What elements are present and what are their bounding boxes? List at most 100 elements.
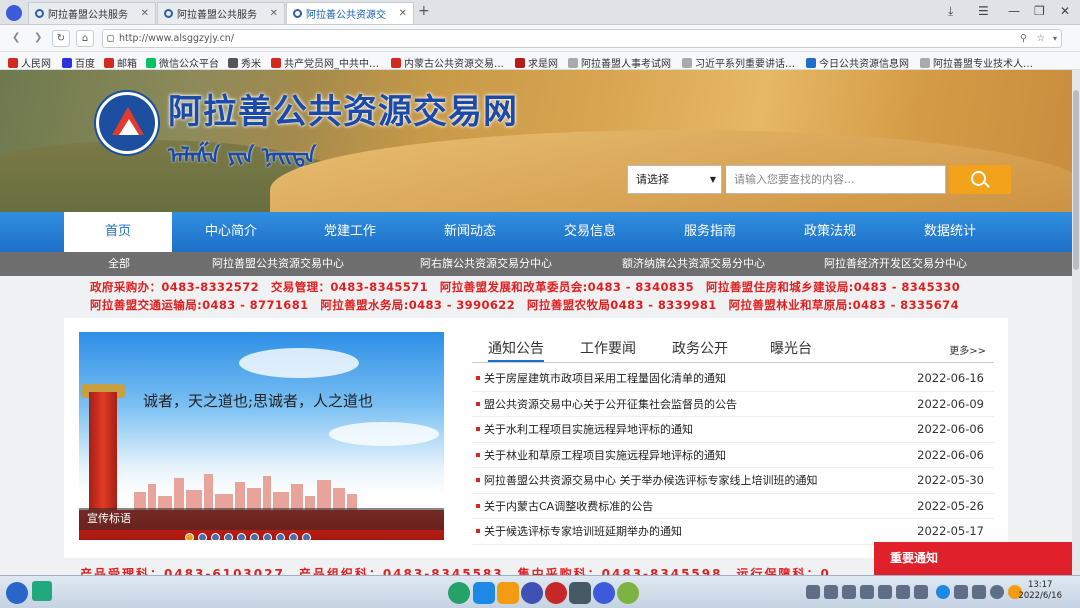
volume-icon[interactable]	[990, 585, 1004, 599]
terminal-icon[interactable]	[32, 581, 52, 601]
news-item[interactable]: 阿拉善盟公共资源交易中心 关于举办候选评标专家线上培训班的通知 2022-05-3…	[472, 468, 994, 494]
browser-logo-icon[interactable]	[6, 5, 22, 21]
home-icon[interactable]: ⌂	[76, 30, 94, 47]
url-input[interactable]: http://www.alsggzyjy.cn/ ⚲ ☆ ▾	[102, 29, 1062, 48]
carousel-dot[interactable]	[211, 533, 220, 540]
close-window-icon[interactable]: ✕	[1060, 4, 1070, 18]
tab-exposure[interactable]: 曝光台	[770, 338, 812, 362]
bookmark-item[interactable]: 人民网	[8, 55, 51, 70]
chevron-down-icon[interactable]: ▾	[1053, 30, 1057, 47]
search-button[interactable]	[949, 165, 1011, 194]
bookmark-item[interactable]: 秀米	[228, 55, 261, 70]
page-info-icon[interactable]	[107, 35, 114, 42]
news-item[interactable]: 盟公共资源交易中心关于公开征集社会监督员的公告 2022-06-09	[472, 392, 994, 417]
back-icon[interactable]: ❮	[12, 32, 20, 43]
minimize-icon[interactable]: —	[1008, 4, 1020, 18]
tab-notices[interactable]: 通知公告	[488, 338, 544, 362]
tray-icon[interactable]	[806, 585, 820, 599]
site-logo[interactable]	[96, 92, 158, 154]
browser-tab-1[interactable]: 阿拉善盟公共服务 ✕	[28, 2, 156, 24]
star-icon[interactable]: ☆	[1036, 30, 1045, 47]
news-item[interactable]: 关于水利工程项目实施远程异地评标的通知 2022-06-06	[472, 417, 994, 443]
news-item[interactable]: 关于林业和草原工程项目实施远程异地评标的通知 2022-06-06	[472, 443, 994, 468]
nav-home[interactable]: 首页	[64, 212, 172, 252]
bookmark-item[interactable]: 微信公众平台	[146, 55, 219, 70]
carousel-dot[interactable]	[276, 533, 285, 540]
tray-icon[interactable]	[954, 585, 968, 599]
tray-icon[interactable]	[860, 585, 874, 599]
download-icon[interactable]: ⤓	[948, 4, 953, 19]
nav-policy[interactable]: 政策法规	[776, 212, 884, 252]
carousel-dot[interactable]	[185, 533, 194, 540]
nav-statistics[interactable]: 数据统计	[896, 212, 1004, 252]
zoom-icon[interactable]: ⚲	[1020, 30, 1027, 47]
nav-center-intro[interactable]: 中心简介	[177, 212, 285, 252]
carousel-dot[interactable]	[263, 533, 272, 540]
browser-taskbar-icon[interactable]	[593, 582, 615, 604]
subnav-ejina[interactable]: 额济纳旗公共资源交易分中心	[622, 252, 765, 276]
wechat-icon[interactable]	[617, 582, 639, 604]
carousel-dot[interactable]	[237, 533, 246, 540]
subnav-all[interactable]: 全部	[108, 252, 130, 276]
bookmark-item[interactable]: 邮箱	[104, 55, 137, 70]
news-item[interactable]: 关于内蒙古CA调整收费标准的公告 2022-05-26	[472, 494, 994, 519]
nav-news[interactable]: 新闻动态	[416, 212, 524, 252]
page-scrollbar[interactable]	[1072, 70, 1080, 575]
tray-icon[interactable]	[914, 585, 928, 599]
tab-work-news[interactable]: 工作要闻	[580, 338, 636, 362]
tray-icon[interactable]	[972, 585, 986, 599]
subnav-alxa-center[interactable]: 阿拉善盟公共资源交易中心	[212, 252, 344, 276]
app-icon-3[interactable]	[497, 582, 519, 604]
bookmark-item[interactable]: 求是网	[515, 55, 558, 70]
forward-icon[interactable]: ❯	[34, 32, 42, 43]
new-tab-button[interactable]: +	[418, 3, 430, 19]
tray-icon[interactable]	[878, 585, 892, 599]
search-category-select[interactable]: 请选择 ▼	[627, 165, 722, 194]
tray-icon[interactable]	[842, 585, 856, 599]
image-carousel[interactable]: 诚者，天之道也;思诚者，人之道也 宣传标语	[79, 332, 444, 540]
carousel-dot[interactable]	[250, 533, 259, 540]
bookmark-item[interactable]: 习近平系列重要讲话…	[682, 55, 795, 70]
menu-icon[interactable]: ☰	[978, 4, 989, 18]
news-item[interactable]: 关于房屋建筑市政项目采用工程量固化清单的通知 2022-06-16	[472, 366, 994, 392]
bookmark-item[interactable]: 今日公共资源信息网	[806, 55, 909, 70]
subnav-alxa-right[interactable]: 阿右旗公共资源交易分中心	[420, 252, 552, 276]
bookmark-item[interactable]: 内蒙古公共资源交易…	[391, 55, 504, 70]
start-menu-icon[interactable]	[6, 582, 28, 604]
bookmark-item[interactable]: 阿拉善盟专业技术人…	[920, 55, 1033, 70]
nav-trade-info[interactable]: 交易信息	[536, 212, 644, 252]
app-icon-1[interactable]	[448, 582, 470, 604]
tray-icon[interactable]	[896, 585, 910, 599]
search-input[interactable]: 请输入您要查找的内容...	[726, 165, 946, 194]
browser-tab-2[interactable]: 阿拉善盟公共服务 ✕	[157, 2, 285, 24]
nav-service-guide[interactable]: 服务指南	[656, 212, 764, 252]
carousel-dot[interactable]	[289, 533, 298, 540]
reload-icon[interactable]: ↻	[52, 30, 70, 47]
maximize-icon[interactable]: ❐	[1034, 4, 1045, 18]
tray-icon[interactable]	[824, 585, 838, 599]
bookmark-item[interactable]: 共产党员网_中共中…	[271, 55, 379, 70]
app-icon-2[interactable]	[473, 582, 495, 604]
tab-gov-affairs[interactable]: 政务公开	[672, 338, 728, 362]
app-icon-5[interactable]	[545, 582, 567, 604]
close-tab-icon[interactable]: ✕	[141, 8, 149, 19]
close-tab-icon[interactable]: ✕	[399, 8, 407, 19]
app-icon-6[interactable]	[569, 582, 591, 604]
system-clock[interactable]: 13:17 2022/6/16	[1018, 580, 1062, 602]
subnav-dev-zone[interactable]: 阿拉善经济开发区交易分中心	[824, 252, 967, 276]
carousel-dot[interactable]	[198, 533, 207, 540]
network-icon[interactable]	[936, 585, 950, 599]
news-item[interactable]: 关于候选评标专家培训班延期举办的通知 2022-05-17	[472, 519, 994, 545]
important-notice-button[interactable]: 重要通知	[874, 542, 1072, 575]
bookmark-label: 百度	[75, 59, 95, 70]
nav-party-building[interactable]: 党建工作	[296, 212, 404, 252]
bookmark-item[interactable]: 阿拉善盟人事考试网	[568, 55, 671, 70]
browser-tab-3-active[interactable]: 阿拉善公共资源交 ✕	[286, 2, 414, 24]
carousel-dot[interactable]	[224, 533, 233, 540]
bookmark-item[interactable]: 百度	[62, 55, 95, 70]
close-tab-icon[interactable]: ✕	[270, 8, 278, 19]
carousel-dot[interactable]	[302, 533, 311, 540]
more-link[interactable]: 更多>>	[949, 342, 986, 357]
scrollbar-thumb[interactable]	[1073, 90, 1079, 270]
app-icon-4[interactable]	[521, 582, 543, 604]
